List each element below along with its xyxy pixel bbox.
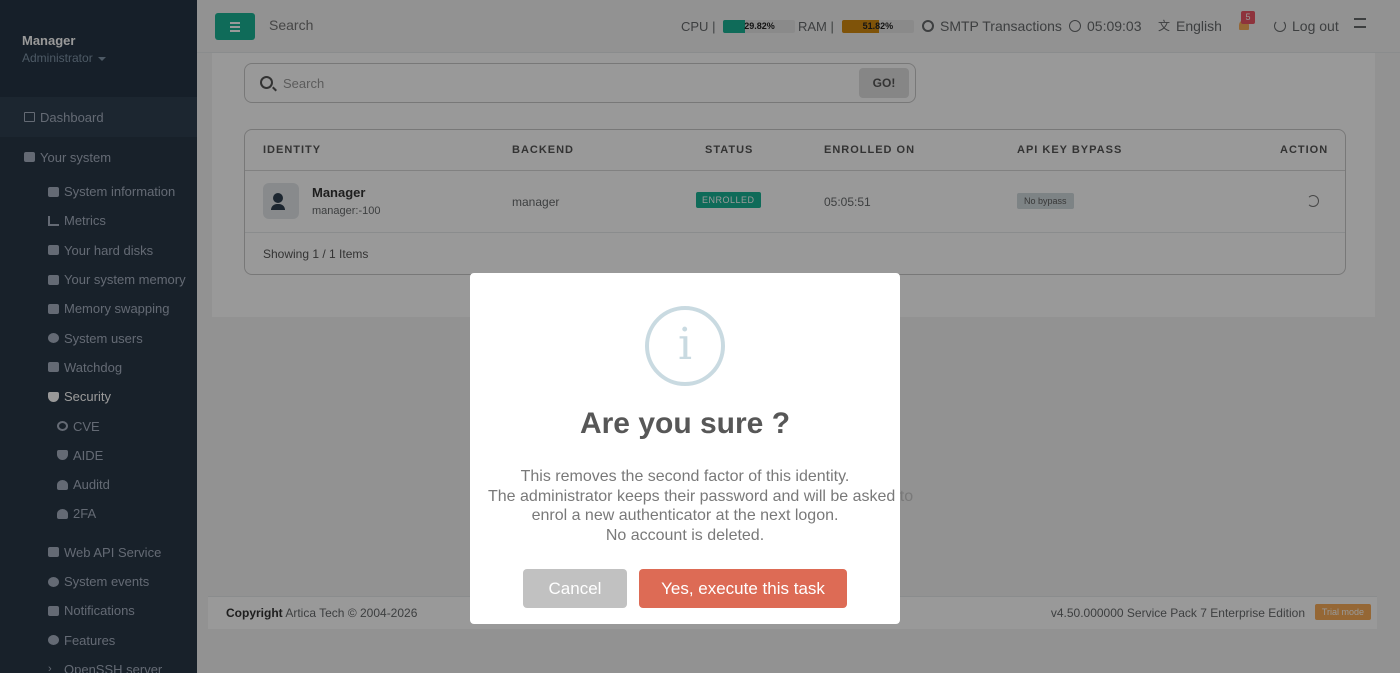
dialog-message-line: No account is deleted. (605, 527, 765, 545)
dialog-message-line: This removes the second factor of this i… (520, 468, 850, 485)
dialog-title: Are you sure ? (579, 407, 791, 440)
info-icon-glyph: i (677, 319, 693, 370)
info-icon: i (645, 306, 725, 386)
confirm-button[interactable]: Yes, execute this task (639, 569, 847, 608)
dialog-message-line: The administrator keeps their password a… (488, 487, 914, 505)
cancel-button[interactable]: Cancel (523, 569, 627, 608)
dialog-message-line: enrol a new authenticator at the next lo… (531, 507, 839, 525)
dialog-message: This removes the second factor of this i… (488, 467, 914, 546)
confirm-dialog: i Are you sure ? This removes the second… (470, 273, 914, 624)
